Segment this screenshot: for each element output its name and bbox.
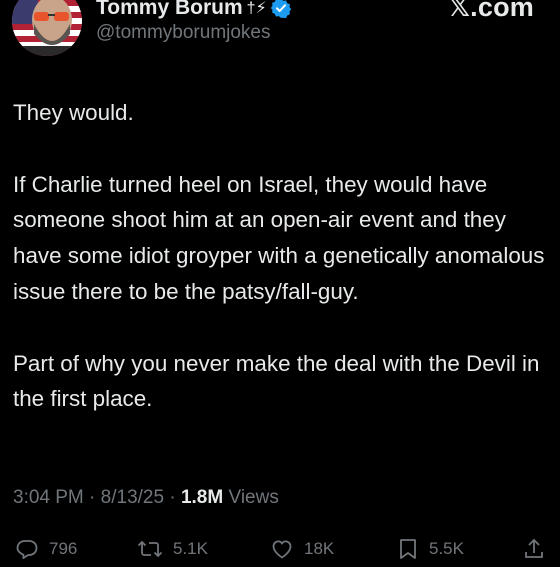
reply-icon bbox=[15, 537, 39, 561]
meta-separator: · bbox=[89, 487, 96, 508]
bookmark-button[interactable]: 5.5K bbox=[397, 537, 464, 561]
tweet-paragraph: If Charlie turned heel on Israel, they w… bbox=[13, 171, 545, 304]
tweet-text: They would. If Charlie turned heel on Is… bbox=[13, 95, 548, 417]
verified-badge-icon bbox=[270, 0, 291, 19]
like-button[interactable]: 18K bbox=[270, 537, 334, 561]
avatar-image bbox=[12, 0, 82, 56]
tweet-header: Tommy Borum †⚡ @tommyborumjokes 𝕏.com bbox=[0, 0, 560, 70]
like-count: 18K bbox=[304, 539, 335, 558]
reply-button[interactable]: 796 bbox=[15, 537, 77, 561]
views-count[interactable]: 1.8M bbox=[181, 487, 223, 508]
tweet-paragraph: Part of why you never make the deal with… bbox=[13, 350, 540, 412]
action-bar: 796 5.1K 18K 5.5K bbox=[0, 537, 560, 567]
bookmark-count: 5.5K bbox=[429, 539, 464, 558]
retweet-icon bbox=[137, 537, 163, 561]
reply-count: 796 bbox=[49, 539, 78, 558]
tweet-time[interactable]: 3:04 PM bbox=[13, 487, 84, 508]
views-label: Views bbox=[228, 487, 279, 508]
name-line[interactable]: Tommy Borum †⚡ bbox=[96, 0, 291, 22]
user-handle[interactable]: @tommyborumjokes bbox=[96, 22, 271, 44]
meta-separator: · bbox=[169, 487, 176, 508]
retweet-button[interactable]: 5.1K bbox=[137, 537, 208, 561]
share-icon bbox=[522, 537, 546, 561]
name-emoji: †⚡ bbox=[246, 0, 267, 17]
avatar[interactable] bbox=[12, 0, 82, 56]
share-button[interactable] bbox=[522, 537, 546, 561]
tweet-meta: 3:04 PM · 8/13/25 · 1.8M Views bbox=[13, 487, 279, 509]
tweet-paragraph: They would. bbox=[13, 100, 134, 125]
bookmark-icon bbox=[397, 537, 419, 561]
display-name[interactable]: Tommy Borum bbox=[96, 0, 243, 20]
brand-logo: 𝕏.com bbox=[448, 0, 534, 22]
heart-icon bbox=[270, 537, 294, 561]
tweet-date[interactable]: 8/13/25 bbox=[101, 487, 164, 508]
retweet-count: 5.1K bbox=[173, 539, 208, 558]
